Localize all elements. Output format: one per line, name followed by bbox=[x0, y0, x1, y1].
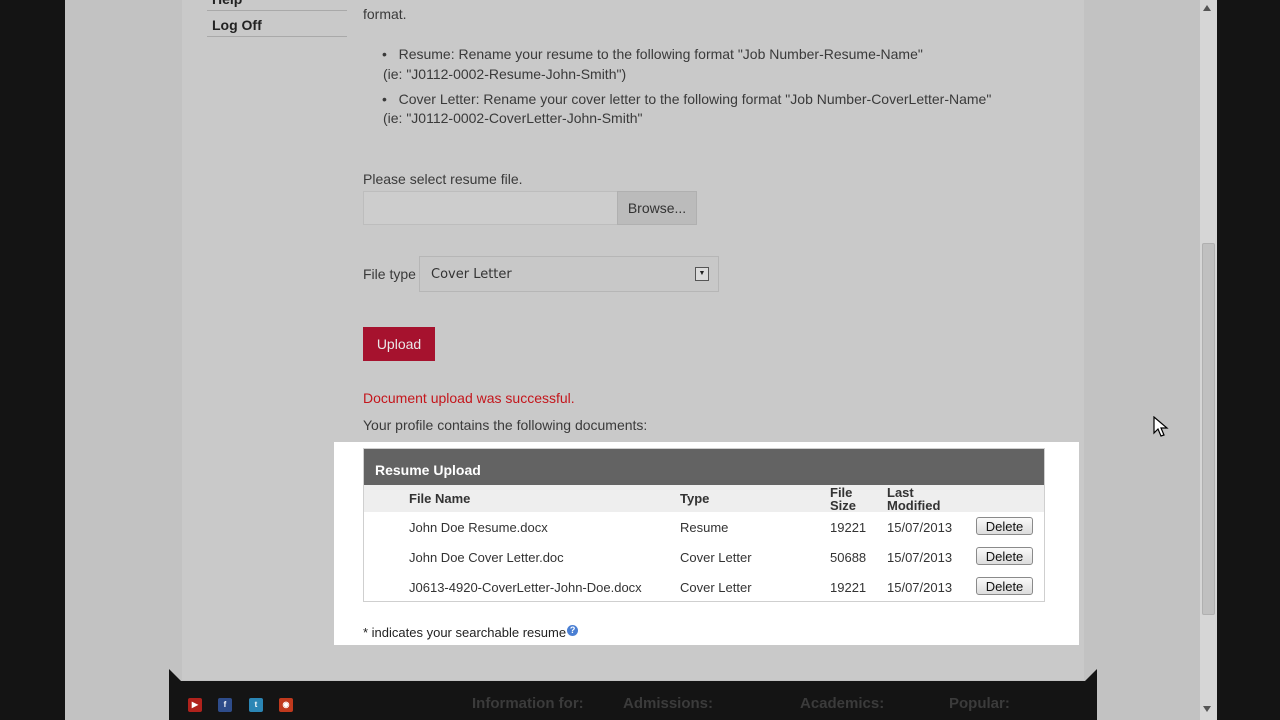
footnote-text: * indicates your searchable resume bbox=[363, 625, 567, 640]
footer-popular-link[interactable]: Popular: bbox=[949, 695, 1010, 712]
footer-academics-link[interactable]: Academics: bbox=[800, 695, 884, 712]
footer-corner-left bbox=[169, 669, 181, 681]
searchable-footnote: * indicates your searchable resume? bbox=[363, 625, 579, 640]
cover-format-text: Cover Letter: Rename your cover letter t… bbox=[398, 91, 992, 107]
table-row: John Doe Resume.docx Resume 19221 15/07/… bbox=[364, 512, 1044, 542]
table-title-bar: Resume Upload bbox=[364, 449, 1044, 485]
nav-help-link[interactable]: Help bbox=[207, 0, 347, 11]
resume-upload-table: Resume Upload File Name Type File Size L… bbox=[363, 448, 1045, 602]
file-type-label: File type bbox=[363, 266, 416, 282]
bullet-dot: • bbox=[382, 46, 399, 62]
file-select-label: Please select resume file. bbox=[363, 171, 523, 187]
scrollbar-thumb[interactable] bbox=[1202, 243, 1215, 615]
upload-success-message: Document upload was successful. bbox=[363, 390, 575, 406]
resume-format-bullet: • Resume: Rename your resume to the foll… bbox=[382, 46, 923, 62]
table-title: Resume Upload bbox=[375, 462, 481, 478]
file-type-select[interactable]: Cover Letter ▼ bbox=[419, 256, 719, 292]
row-modified: 15/07/2013 bbox=[887, 550, 953, 565]
mouse-cursor-icon bbox=[1153, 416, 1169, 437]
file-type-selected-value: Cover Letter bbox=[431, 267, 512, 282]
upload-button[interactable]: Upload bbox=[363, 327, 435, 361]
nav-logoff-link[interactable]: Log Off bbox=[207, 14, 347, 37]
footer-corner-right bbox=[1085, 669, 1097, 681]
row-size: 19221 bbox=[830, 580, 867, 595]
table-row: John Doe Cover Letter.doc Cover Letter 5… bbox=[364, 542, 1044, 572]
table-column-header: File Name Type File Size Last Modified bbox=[364, 485, 1044, 512]
scroll-down-arrow-icon[interactable] bbox=[1203, 706, 1211, 712]
row-file-name: J0613-4920-CoverLetter-John-Doe.docx bbox=[409, 580, 642, 595]
row-type: Cover Letter bbox=[680, 550, 752, 565]
row-size: 50688 bbox=[830, 550, 867, 565]
rss-icon[interactable]: ◉ bbox=[279, 698, 293, 712]
cover-format-example: (ie: "J0112-0002-CoverLetter-John-Smith" bbox=[383, 110, 643, 126]
row-type: Cover Letter bbox=[680, 580, 752, 595]
delete-button[interactable]: Delete bbox=[976, 577, 1033, 595]
table-row: J0613-4920-CoverLetter-John-Doe.docx Cov… bbox=[364, 572, 1044, 602]
delete-button[interactable]: Delete bbox=[976, 547, 1033, 565]
facebook-icon[interactable]: f bbox=[218, 698, 232, 712]
bullet-dot: • bbox=[382, 91, 399, 107]
row-file-name: John Doe Cover Letter.doc bbox=[409, 550, 564, 565]
row-size: 19221 bbox=[830, 520, 867, 535]
footer-info-link[interactable]: Information for: bbox=[472, 695, 584, 712]
chevron-down-icon[interactable]: ▼ bbox=[695, 267, 709, 281]
col-file-size-line2: Size bbox=[830, 498, 857, 513]
col-file-name: File Name bbox=[409, 491, 471, 506]
resume-format-example: (ie: "J0112-0002-Resume-John-Smith") bbox=[383, 66, 627, 82]
twitter-icon[interactable]: t bbox=[249, 698, 263, 712]
profile-documents-text: Your profile contains the following docu… bbox=[363, 417, 648, 433]
help-icon[interactable]: ? bbox=[567, 625, 579, 636]
row-file-name: John Doe Resume.docx bbox=[409, 520, 548, 535]
row-modified: 15/07/2013 bbox=[887, 580, 953, 595]
resume-format-text: Resume: Rename your resume to the follow… bbox=[398, 46, 923, 62]
file-path-input[interactable] bbox=[363, 191, 618, 225]
col-type: Type bbox=[680, 491, 710, 506]
footer-admissions-link[interactable]: Admissions: bbox=[623, 695, 713, 712]
row-type: Resume bbox=[680, 520, 729, 535]
instructions-format-text: format. bbox=[363, 6, 407, 22]
youtube-icon[interactable]: ▶ bbox=[188, 698, 202, 712]
row-modified: 15/07/2013 bbox=[887, 520, 953, 535]
delete-button[interactable]: Delete bbox=[976, 517, 1033, 535]
col-modified-line2: Modified bbox=[887, 498, 941, 513]
scroll-up-arrow-icon[interactable] bbox=[1203, 5, 1211, 11]
browse-button[interactable]: Browse... bbox=[617, 191, 697, 225]
cover-format-bullet: • Cover Letter: Rename your cover letter… bbox=[382, 91, 991, 107]
